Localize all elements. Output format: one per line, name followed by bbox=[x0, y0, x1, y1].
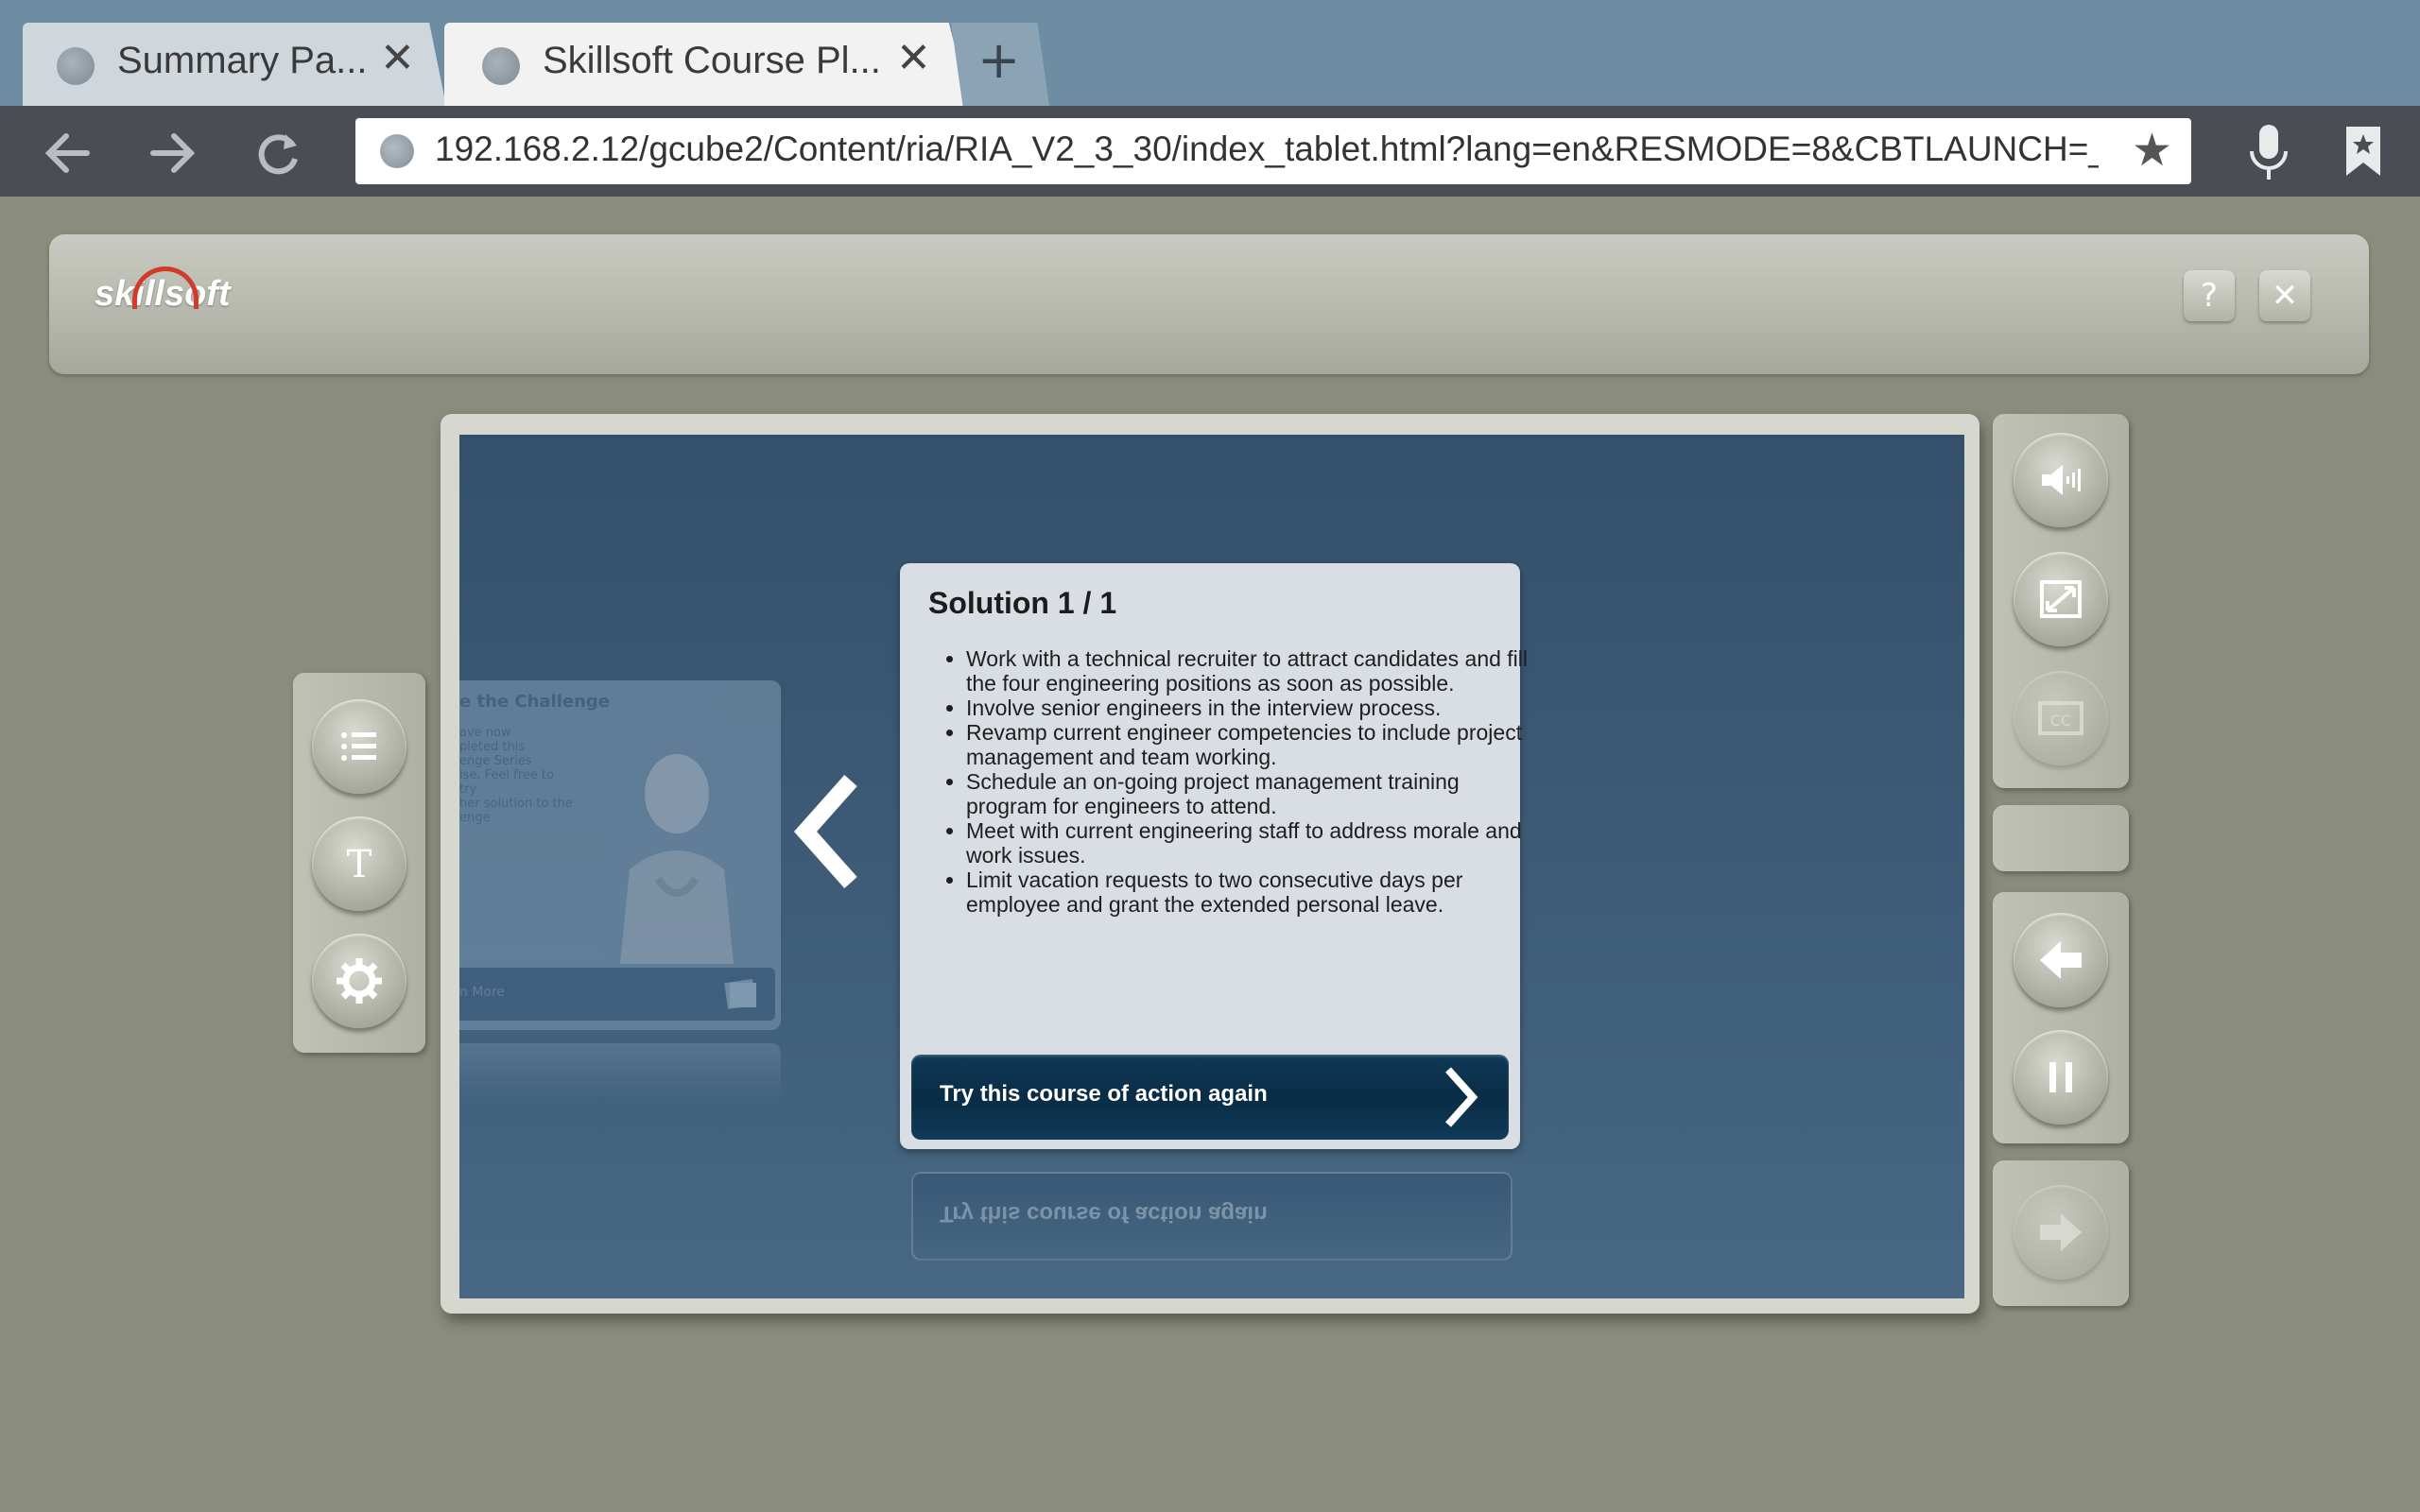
next-button[interactable] bbox=[2014, 1185, 2108, 1280]
challenge-card: e the Challenge ave now pleted this enge… bbox=[459, 680, 781, 1030]
try-again-reflection: Try this course of action again bbox=[900, 1164, 1520, 1278]
gear-icon bbox=[337, 958, 382, 1004]
learn-more-bar: n More bbox=[459, 968, 775, 1021]
menu-list-button[interactable] bbox=[312, 699, 406, 794]
back-arrow-icon[interactable] bbox=[40, 125, 96, 181]
bookmarks-icon[interactable] bbox=[2344, 125, 2382, 178]
star-icon[interactable]: ★ bbox=[2132, 124, 2172, 177]
transcript-button[interactable]: T bbox=[312, 816, 406, 911]
previous-chevron-icon[interactable] bbox=[790, 775, 866, 888]
challenge-card-reflection bbox=[459, 1043, 781, 1100]
close-player-button[interactable]: ✕ bbox=[2259, 270, 2310, 321]
tab-summary[interactable]: Summary Pa... ✕ bbox=[23, 23, 446, 106]
back-button[interactable] bbox=[2014, 913, 2108, 1007]
microphone-icon[interactable] bbox=[2246, 123, 2291, 183]
tab-skillsoft-course[interactable]: Skillsoft Course Pl... ✕ bbox=[444, 23, 970, 106]
solution-title: Solution 1 / 1 bbox=[928, 586, 1117, 620]
list-icon bbox=[341, 732, 376, 761]
challenge-card-title: e the Challenge bbox=[459, 692, 610, 712]
address-bar[interactable]: 192.168.2.12/gcube2/Content/ria/RIA_V2_3… bbox=[355, 118, 2191, 184]
pause-icon bbox=[2049, 1062, 2072, 1092]
help-button[interactable]: ? bbox=[2184, 270, 2235, 321]
try-again-button[interactable]: Try this course of action again bbox=[911, 1055, 1509, 1140]
forward-arrow-icon[interactable] bbox=[144, 125, 200, 181]
globe-icon bbox=[380, 134, 414, 168]
challenge-card-text: ave now pleted this enge Series ise. Fee… bbox=[459, 726, 573, 825]
url-text[interactable]: 192.168.2.12/gcube2/Content/ria/RIA_V2_3… bbox=[435, 129, 2099, 169]
plus-icon: + bbox=[977, 30, 1021, 90]
forward-arrow-icon bbox=[2040, 1213, 2082, 1251]
pause-button[interactable] bbox=[2014, 1030, 2108, 1125]
closed-captions-button[interactable]: CC bbox=[2014, 671, 2108, 765]
close-tab-icon[interactable]: ✕ bbox=[380, 38, 415, 79]
solution-list: Work with a technical recruiter to attra… bbox=[932, 646, 1533, 917]
list-item: Limit vacation requests to two consecuti… bbox=[966, 868, 1533, 917]
reload-icon[interactable] bbox=[250, 125, 306, 181]
globe-icon bbox=[482, 47, 520, 85]
status-bar-slot bbox=[1993, 805, 2129, 871]
list-item: Meet with current engineering staff to a… bbox=[966, 818, 1533, 868]
document-icon bbox=[724, 979, 756, 1009]
resize-button[interactable] bbox=[2014, 552, 2108, 646]
tab-title: Skillsoft Course Pl... bbox=[543, 40, 881, 81]
svg-text:CC: CC bbox=[2050, 712, 2071, 730]
skillsoft-logo: skillsoft bbox=[95, 266, 231, 315]
list-item: Schedule an on-going project management … bbox=[966, 769, 1533, 818]
chevron-right-icon bbox=[1445, 1067, 1478, 1127]
volume-button[interactable] bbox=[2014, 433, 2108, 527]
list-item: Revamp current engineer competencies to … bbox=[966, 720, 1533, 769]
text-icon: T bbox=[347, 843, 372, 886]
speaker-icon bbox=[2042, 465, 2081, 495]
new-tab-button[interactable]: + bbox=[951, 23, 1049, 106]
tab-title: Summary Pa... bbox=[117, 40, 368, 81]
resize-icon bbox=[2040, 580, 2082, 618]
globe-icon bbox=[57, 47, 95, 85]
svg-text:T: T bbox=[347, 843, 372, 886]
list-item: Involve senior engineers in the intervie… bbox=[966, 696, 1533, 720]
cc-icon: CC bbox=[2038, 701, 2083, 735]
try-again-label: Try this course of action again bbox=[940, 1081, 1268, 1107]
list-item: Work with a technical recruiter to attra… bbox=[966, 646, 1533, 696]
presenter-image bbox=[620, 754, 734, 964]
settings-button[interactable] bbox=[312, 934, 406, 1028]
back-arrow-icon bbox=[2040, 941, 2082, 979]
learn-more-label: n More bbox=[459, 985, 506, 1000]
close-tab-icon[interactable]: ✕ bbox=[896, 38, 931, 79]
player-header bbox=[49, 234, 2369, 374]
